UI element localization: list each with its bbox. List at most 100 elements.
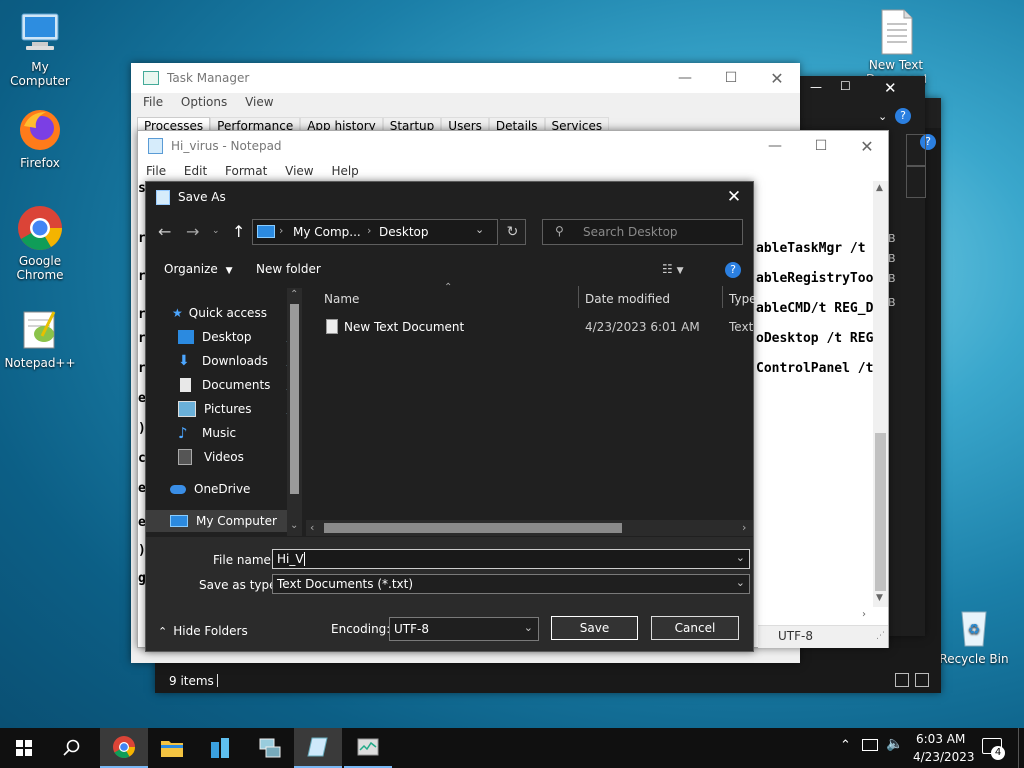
menu-format[interactable]: Format xyxy=(225,164,267,178)
close-button[interactable]: ✕ xyxy=(716,182,752,212)
refresh-icon[interactable]: ↻ xyxy=(500,219,526,245)
details-view-icon[interactable] xyxy=(895,673,909,687)
desktop-icon-notepad-plus-plus[interactable]: Notepad++ xyxy=(0,306,80,370)
scroll-down-icon[interactable]: ⌄ xyxy=(290,520,298,531)
show-hidden-icons-icon[interactable]: ⌃ xyxy=(840,738,851,753)
nav-scrollbar[interactable]: ⌃ ⌄ xyxy=(287,288,302,536)
notepad-icon xyxy=(156,189,170,205)
file-row[interactable]: New Text Document 4/23/2023 6:01 AM Text… xyxy=(306,316,753,338)
menu-help[interactable]: Help xyxy=(331,164,358,178)
nav-documents[interactable]: Documents 📌 xyxy=(178,374,304,396)
menu-view[interactable]: View xyxy=(285,164,313,178)
taskbar-file-explorer[interactable] xyxy=(148,728,196,768)
menu-options[interactable]: Options xyxy=(181,95,227,109)
taskbar-network-app[interactable] xyxy=(246,728,294,768)
close-button[interactable]: ✕ xyxy=(754,63,800,93)
large-icons-view-icon[interactable] xyxy=(915,673,929,687)
file-name-input[interactable]: Hi_V ⌄ xyxy=(272,549,750,569)
resize-grip-icon[interactable]: ⋰ xyxy=(876,631,885,641)
menu-edit[interactable]: Edit xyxy=(184,164,207,178)
breadcrumb-desktop[interactable]: Desktop xyxy=(379,225,429,239)
taskbar-notepad[interactable] xyxy=(294,728,342,768)
clock-date[interactable]: 4/23/2023 xyxy=(913,750,975,764)
address-bar[interactable]: › My Comp... › Desktop ⌄ xyxy=(252,219,498,245)
save-button[interactable]: Save xyxy=(551,616,638,640)
nav-pictures[interactable]: Pictures 📌 xyxy=(178,398,304,420)
scrollbar-thumb[interactable] xyxy=(324,523,622,533)
menu-view[interactable]: View xyxy=(245,95,273,109)
scroll-right-icon[interactable]: › xyxy=(862,609,866,620)
minimize-button[interactable]: — xyxy=(662,63,708,93)
back-arrow-icon[interactable]: ← xyxy=(158,222,171,241)
nav-desktop[interactable]: Desktop 📌 xyxy=(178,326,304,348)
nav-videos[interactable]: Videos xyxy=(178,446,244,468)
vertical-scrollbar[interactable]: ▲ ▼ xyxy=(873,181,888,607)
desktop-icon-firefox[interactable]: Firefox xyxy=(0,106,80,170)
nav-downloads[interactable]: ⬇ Downloads 📌 xyxy=(178,350,304,372)
desktop-icon-my-computer[interactable]: My Computer xyxy=(0,10,80,88)
scroll-button[interactable] xyxy=(906,134,926,166)
nav-music[interactable]: ♪ Music xyxy=(178,422,236,444)
desktop-icon-recycle-bin[interactable]: ♻ Recycle Bin xyxy=(934,602,1014,666)
nav-onedrive[interactable]: OneDrive xyxy=(170,478,250,500)
scroll-button[interactable] xyxy=(906,166,926,198)
taskbar-apps[interactable] xyxy=(196,728,244,768)
scroll-down-icon[interactable]: ▼ xyxy=(876,593,883,603)
scroll-up-icon[interactable]: ⌃ xyxy=(290,289,298,300)
scroll-left-icon[interactable]: ‹ xyxy=(310,521,314,534)
save-as-titlebar[interactable]: Save As ✕ xyxy=(146,182,753,212)
taskbar-chrome[interactable] xyxy=(100,728,148,768)
view-options-icon[interactable]: ☷ ▼ xyxy=(662,262,684,276)
up-arrow-icon[interactable]: ↑ xyxy=(232,222,245,241)
hide-folders-button[interactable]: ⌃ Hide Folders xyxy=(158,624,248,638)
cancel-button[interactable]: Cancel xyxy=(651,616,739,640)
help-icon[interactable]: ? xyxy=(725,262,741,278)
scrollbar-thumb[interactable] xyxy=(875,433,886,591)
notepad-icon xyxy=(307,737,328,757)
file-list[interactable]: ⌃ Name Date modified Type New Text Docum… xyxy=(306,282,757,538)
chevron-down-icon[interactable]: ⌄ xyxy=(736,551,745,564)
minimize-icon[interactable]: — xyxy=(810,80,822,94)
desktop-icon-new-text-document[interactable]: New Text Document xyxy=(856,8,936,86)
column-header-date[interactable]: Date modified xyxy=(585,292,670,306)
scroll-right-icon[interactable]: › xyxy=(742,521,746,534)
nav-my-computer[interactable]: My Computer xyxy=(146,510,296,532)
close-icon[interactable]: ✕ xyxy=(884,79,897,97)
organize-button[interactable]: Organize ▼ xyxy=(164,262,233,276)
forward-arrow-icon[interactable]: → xyxy=(186,222,199,241)
clock-time[interactable]: 6:03 AM xyxy=(916,732,965,746)
save-as-dialog[interactable]: Save As ✕ ← → ⌄ ↑ › My Comp... › Desktop… xyxy=(145,181,757,652)
help-icon[interactable]: ? xyxy=(895,108,911,124)
horizontal-scrollbar[interactable]: ‹ › xyxy=(306,520,753,536)
scrollbar-thumb[interactable] xyxy=(290,304,299,494)
maximize-button[interactable]: ☐ xyxy=(798,131,844,161)
close-button[interactable]: ✕ xyxy=(844,131,890,161)
chevron-down-icon[interactable]: ⌄ xyxy=(878,110,887,123)
search-button[interactable] xyxy=(48,728,96,768)
new-folder-button[interactable]: New folder xyxy=(256,262,321,276)
breadcrumb-my-computer[interactable]: My Comp... xyxy=(293,225,361,239)
taskbar-task-manager[interactable] xyxy=(344,728,392,768)
start-button[interactable] xyxy=(0,728,48,768)
desktop-icon-google-chrome[interactable]: Google Chrome xyxy=(0,204,80,282)
chevron-down-icon[interactable]: ⌄ xyxy=(475,223,484,236)
network-icon[interactable] xyxy=(862,739,878,751)
maximize-icon[interactable]: ☐ xyxy=(840,79,851,93)
recent-locations-icon[interactable]: ⌄ xyxy=(212,226,220,236)
minimize-button[interactable]: — xyxy=(752,131,798,161)
scroll-up-icon[interactable]: ▲ xyxy=(876,183,883,193)
notepad-titlebar[interactable]: Hi_virus - Notepad — ☐ ✕ xyxy=(138,131,888,161)
menu-file[interactable]: File xyxy=(146,164,166,178)
search-box[interactable]: ⚲ Search Desktop xyxy=(542,219,743,245)
menu-file[interactable]: File xyxy=(143,95,163,109)
task-manager-titlebar[interactable]: Task Manager — ☐ ✕ xyxy=(131,63,800,93)
show-desktop-button[interactable] xyxy=(1018,728,1024,768)
nav-quick-access[interactable]: ★ Quick access xyxy=(172,302,267,324)
navigation-pane[interactable]: ★ Quick access Desktop 📌 ⬇ Downloads 📌 D… xyxy=(146,288,304,538)
column-header-name[interactable]: Name xyxy=(324,292,359,306)
column-header-type[interactable]: Type xyxy=(729,292,757,306)
save-type-select[interactable]: Text Documents (*.txt) ⌄ xyxy=(272,574,750,594)
maximize-button[interactable]: ☐ xyxy=(708,63,754,93)
encoding-select[interactable]: UTF-8 ⌄ xyxy=(389,617,539,641)
volume-icon[interactable]: 🔈 xyxy=(886,736,903,752)
